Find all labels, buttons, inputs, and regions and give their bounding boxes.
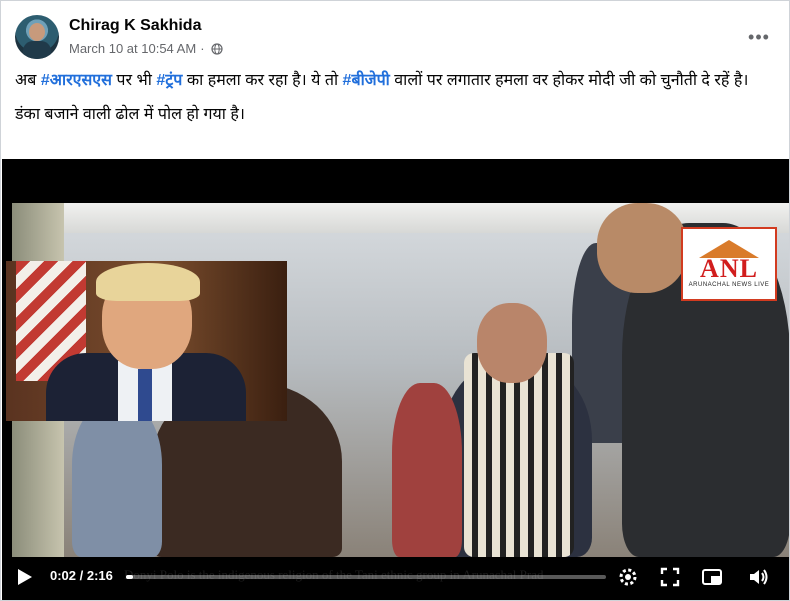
text-segment: का हमला कर रहा है। ये तो bbox=[182, 72, 343, 89]
avatar-face bbox=[29, 23, 45, 41]
progress-fill bbox=[126, 575, 134, 579]
video-player[interactable]: ANL ARUNACHAL NEWS LIVE Donyi Polo is th… bbox=[2, 159, 789, 600]
settings-gear-icon[interactable] bbox=[616, 565, 640, 589]
text-segment: पर भी bbox=[111, 72, 157, 89]
inset-video bbox=[6, 261, 287, 421]
logo-tagline: ARUNACHAL NEWS LIVE bbox=[688, 282, 770, 288]
post-card: Chirag K Sakhida March 10 at 10:54 AM · … bbox=[0, 0, 790, 601]
person-elder-head bbox=[477, 303, 547, 383]
hashtag-rss[interactable]: #आरएसएस bbox=[41, 72, 112, 89]
channel-logo: ANL ARUNACHAL NEWS LIVE bbox=[681, 227, 777, 301]
person-elder-scarf bbox=[464, 353, 574, 557]
time-display: 0:02 / 2:16 bbox=[50, 568, 113, 583]
meta-separator: · bbox=[200, 41, 205, 56]
post-text: अब #आरएसएस पर भी #ट्रंप का हमला कर रहा ह… bbox=[15, 69, 775, 137]
person-guard-head bbox=[597, 203, 687, 293]
author-name[interactable]: Chirag K Sakhida bbox=[69, 17, 201, 35]
post-meta: March 10 at 10:54 AM · bbox=[69, 41, 223, 56]
hashtag-trump[interactable]: #ट्रंप bbox=[156, 72, 182, 89]
picture-in-picture-icon[interactable] bbox=[700, 565, 724, 589]
play-icon[interactable] bbox=[18, 569, 32, 585]
text-segment: वालों पर लगातार हमला वर होकर मोदी जी को … bbox=[389, 72, 749, 89]
post-line-2: डंका बजाने वाली ढोल में पोल हो गया है। bbox=[15, 106, 245, 123]
text-segment: अब bbox=[15, 72, 41, 89]
progress-bar[interactable] bbox=[126, 575, 606, 579]
person-left bbox=[72, 403, 162, 557]
logo-text: ANL bbox=[700, 254, 758, 283]
avatar-body bbox=[23, 41, 51, 59]
post-line-1: अब #आरएसएस पर भी #ट्रंप का हमला कर रहा ह… bbox=[15, 69, 775, 93]
avatar[interactable] bbox=[15, 15, 59, 59]
globe-icon[interactable] bbox=[210, 42, 223, 55]
volume-icon[interactable] bbox=[746, 565, 770, 589]
fullscreen-icon[interactable] bbox=[658, 565, 682, 589]
video-controls: 0:02 / 2:16 bbox=[2, 557, 789, 600]
person-red-shirt bbox=[392, 383, 462, 557]
tie bbox=[138, 369, 152, 421]
post-timestamp[interactable]: March 10 at 10:54 AM bbox=[69, 41, 196, 56]
hair bbox=[96, 263, 200, 301]
hashtag-bjp[interactable]: #बीजेपी bbox=[343, 72, 390, 89]
more-options-button[interactable]: ••• bbox=[741, 23, 777, 51]
